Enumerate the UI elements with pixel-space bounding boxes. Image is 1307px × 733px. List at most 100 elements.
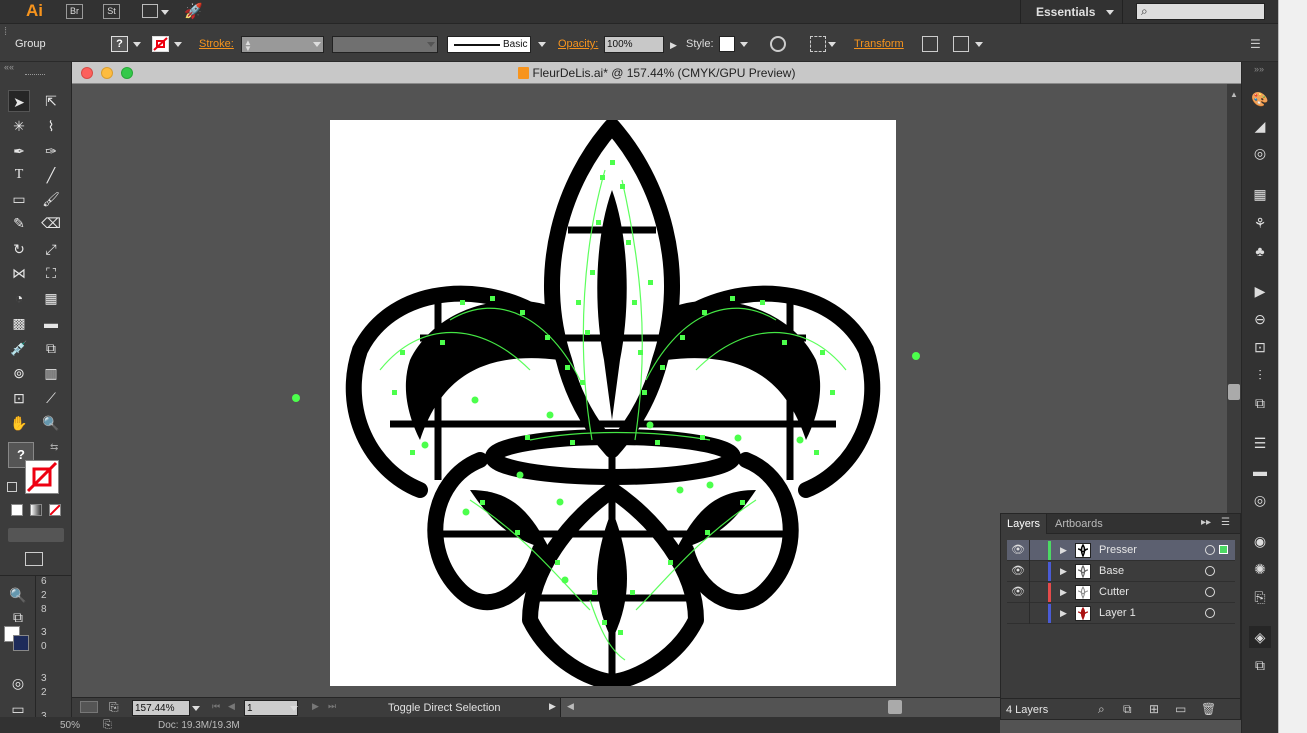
bottom-export-icon[interactable]: ⎘ bbox=[103, 719, 112, 732]
layer-name-layer-1[interactable]: Layer 1 bbox=[1099, 607, 1136, 619]
bridge-button[interactable]: Br bbox=[66, 4, 83, 19]
make-clipping-mask-icon[interactable]: ⧉ bbox=[1123, 702, 1132, 717]
target-circle-icon[interactable] bbox=[1205, 587, 1215, 597]
transparency-icon[interactable]: ◎ bbox=[7, 672, 29, 694]
eraser-tool-icon[interactable]: ⌫ bbox=[40, 212, 62, 234]
links-icon[interactable]: ⊖ bbox=[1249, 308, 1271, 330]
blend-tool-icon[interactable]: ⧉ bbox=[40, 337, 62, 359]
visibility-eye-icon[interactable]: 👁 bbox=[1011, 585, 1025, 598]
selection-indicator[interactable] bbox=[1219, 545, 1228, 554]
layer-row-layer-1[interactable]: ▶ Layer 1 bbox=[1007, 603, 1235, 624]
layers-dock-icon[interactable]: ◈ bbox=[1249, 626, 1271, 648]
artboard-tool-icon[interactable]: ⊡ bbox=[8, 387, 30, 409]
artboards-dock-icon[interactable]: ⊡ bbox=[1249, 336, 1271, 358]
stock-button[interactable]: St bbox=[103, 4, 120, 19]
next-artboard-icon[interactable]: ▶ bbox=[312, 701, 319, 712]
type-tool-icon[interactable]: T bbox=[8, 164, 30, 186]
color-mode-icon[interactable] bbox=[11, 504, 23, 516]
gradient-tool-icon[interactable]: ▬ bbox=[40, 312, 62, 334]
none-mode-icon[interactable] bbox=[49, 504, 61, 516]
graphic-style-swatch[interactable] bbox=[719, 36, 735, 52]
perspective-grid-tool-icon[interactable]: ▦ bbox=[40, 287, 62, 309]
slice-tool-icon[interactable]: ⟋ bbox=[40, 387, 62, 409]
transform-link[interactable]: Transform bbox=[854, 38, 904, 50]
align-dropdown-icon[interactable] bbox=[828, 42, 836, 47]
stroke-label[interactable]: Stroke: bbox=[199, 38, 234, 50]
rotate-tool-icon[interactable]: ↻ bbox=[8, 238, 30, 260]
hand-tool-icon[interactable]: ✋ bbox=[8, 412, 30, 434]
expand-layer-icon[interactable]: ▶ bbox=[1060, 608, 1067, 619]
artboard-dropdown-icon[interactable] bbox=[290, 706, 298, 711]
opacity-input[interactable]: 100% bbox=[604, 36, 664, 53]
stroke-swatch[interactable] bbox=[152, 36, 169, 52]
drawing-modes-icon[interactable] bbox=[8, 528, 64, 542]
horizontal-scroll-thumb[interactable] bbox=[888, 700, 902, 714]
stroke-color-swatch[interactable] bbox=[25, 460, 59, 494]
color-guide-dock-icon[interactable]: ◢ bbox=[1249, 115, 1271, 137]
target-circle-icon[interactable] bbox=[1205, 608, 1215, 618]
graphic-styles-icon[interactable]: ✺ bbox=[1249, 558, 1271, 580]
paintbrush-tool-icon[interactable]: 🖌 bbox=[40, 188, 62, 210]
new-layer-icon[interactable]: ▭ bbox=[1175, 702, 1186, 716]
screen-mode-icon[interactable] bbox=[25, 552, 43, 566]
pen-tool-icon[interactable]: ✒ bbox=[8, 140, 30, 162]
layer-name-cutter[interactable]: Cutter bbox=[1099, 586, 1129, 598]
align-dock-icon[interactable]: ⫶ bbox=[1249, 364, 1271, 386]
search-input[interactable]: ⌕ bbox=[1136, 3, 1265, 20]
isolate-group-icon[interactable] bbox=[922, 36, 938, 52]
asset-export-icon[interactable]: ⎘ bbox=[1249, 586, 1271, 608]
brush-definition[interactable]: Basic bbox=[447, 36, 531, 53]
stroke-dock-icon[interactable]: ☰ bbox=[1249, 432, 1271, 454]
selection-handle-left[interactable] bbox=[292, 394, 300, 402]
expand-layer-icon[interactable]: ▶ bbox=[1060, 545, 1067, 556]
status-menu-arrow-icon[interactable]: ▶ bbox=[549, 701, 556, 712]
first-artboard-icon[interactable]: ⏮ bbox=[212, 701, 220, 712]
column-graph-tool-icon[interactable]: ▥ bbox=[40, 362, 62, 384]
delete-layer-icon[interactable]: 🗑 bbox=[1201, 702, 1216, 716]
color-panel-stroke[interactable] bbox=[13, 635, 29, 651]
lasso-tool-icon[interactable]: ⌇ bbox=[40, 115, 62, 137]
align-icon[interactable] bbox=[810, 36, 826, 52]
stroke-dropdown-icon[interactable] bbox=[174, 42, 182, 47]
direct-selection-tool-icon[interactable]: ⇱ bbox=[40, 90, 62, 112]
gradient-dock-icon[interactable]: ▬ bbox=[1249, 460, 1271, 482]
zoom-dropdown-icon[interactable] bbox=[192, 706, 200, 711]
selection-tool-icon[interactable]: ➤ bbox=[8, 90, 30, 112]
last-artboard-icon[interactable]: ⏭ bbox=[328, 701, 336, 712]
layer-row-presser[interactable]: 👁 ▶ Presser bbox=[1007, 540, 1235, 561]
workspace-dropdown-icon[interactable] bbox=[1106, 10, 1114, 15]
color-guide-icon[interactable]: ⧉ bbox=[7, 606, 29, 628]
libraries-icon[interactable]: ⧉ bbox=[1249, 654, 1271, 676]
visibility-eye-icon[interactable]: 👁 bbox=[1011, 564, 1025, 577]
gradient-mode-icon[interactable] bbox=[30, 504, 42, 516]
target-circle-icon[interactable] bbox=[1205, 545, 1215, 555]
prev-artboard-icon[interactable]: ◀ bbox=[228, 701, 235, 712]
transparency-dock-icon[interactable]: ◎ bbox=[1249, 489, 1271, 511]
default-colors-icon[interactable] bbox=[7, 482, 17, 492]
scale-tool-icon[interactable]: ⤢ bbox=[40, 238, 62, 260]
brush-dropdown-icon[interactable] bbox=[538, 42, 546, 47]
magic-wand-tool-icon[interactable]: ✳ bbox=[8, 115, 30, 137]
symbol-sprayer-tool-icon[interactable]: ⊚ bbox=[8, 362, 30, 384]
layer-row-cutter[interactable]: 👁 ▶ Cutter bbox=[1007, 582, 1235, 603]
control-menu-icon[interactable]: ☰ bbox=[1250, 37, 1261, 51]
expand-layer-icon[interactable]: ▶ bbox=[1060, 587, 1067, 598]
collapse-panel-icon[interactable]: ▸▸ bbox=[1201, 517, 1211, 528]
actions-icon[interactable]: ▶ bbox=[1249, 280, 1271, 302]
mesh-tool-icon[interactable]: ▩ bbox=[8, 312, 30, 334]
shape-builder-tool-icon[interactable]: ◔ bbox=[8, 287, 30, 309]
fill-swatch[interactable]: ? bbox=[111, 36, 128, 52]
symbols-icon[interactable]: ♣ bbox=[1249, 240, 1271, 262]
layer-row-base[interactable]: 👁 ▶ Base bbox=[1007, 561, 1235, 582]
vertical-scroll-thumb[interactable] bbox=[1228, 384, 1240, 400]
gpu-performance-icon[interactable]: 🚀 bbox=[184, 2, 203, 20]
width-tool-icon[interactable]: ⋈ bbox=[8, 262, 30, 284]
swatches-icon[interactable]: ▦ bbox=[1249, 183, 1271, 205]
artboard[interactable] bbox=[330, 120, 896, 686]
opacity-arrow-icon[interactable]: ▶ bbox=[670, 40, 677, 51]
expand-layer-icon[interactable]: ▶ bbox=[1060, 566, 1067, 577]
artboard-nav-icon[interactable] bbox=[80, 701, 98, 713]
visibility-eye-icon[interactable]: 👁 bbox=[1011, 543, 1025, 556]
horizontal-scrollbar[interactable]: ◀ bbox=[560, 698, 1000, 718]
arrange-dropdown-icon[interactable] bbox=[161, 10, 169, 15]
